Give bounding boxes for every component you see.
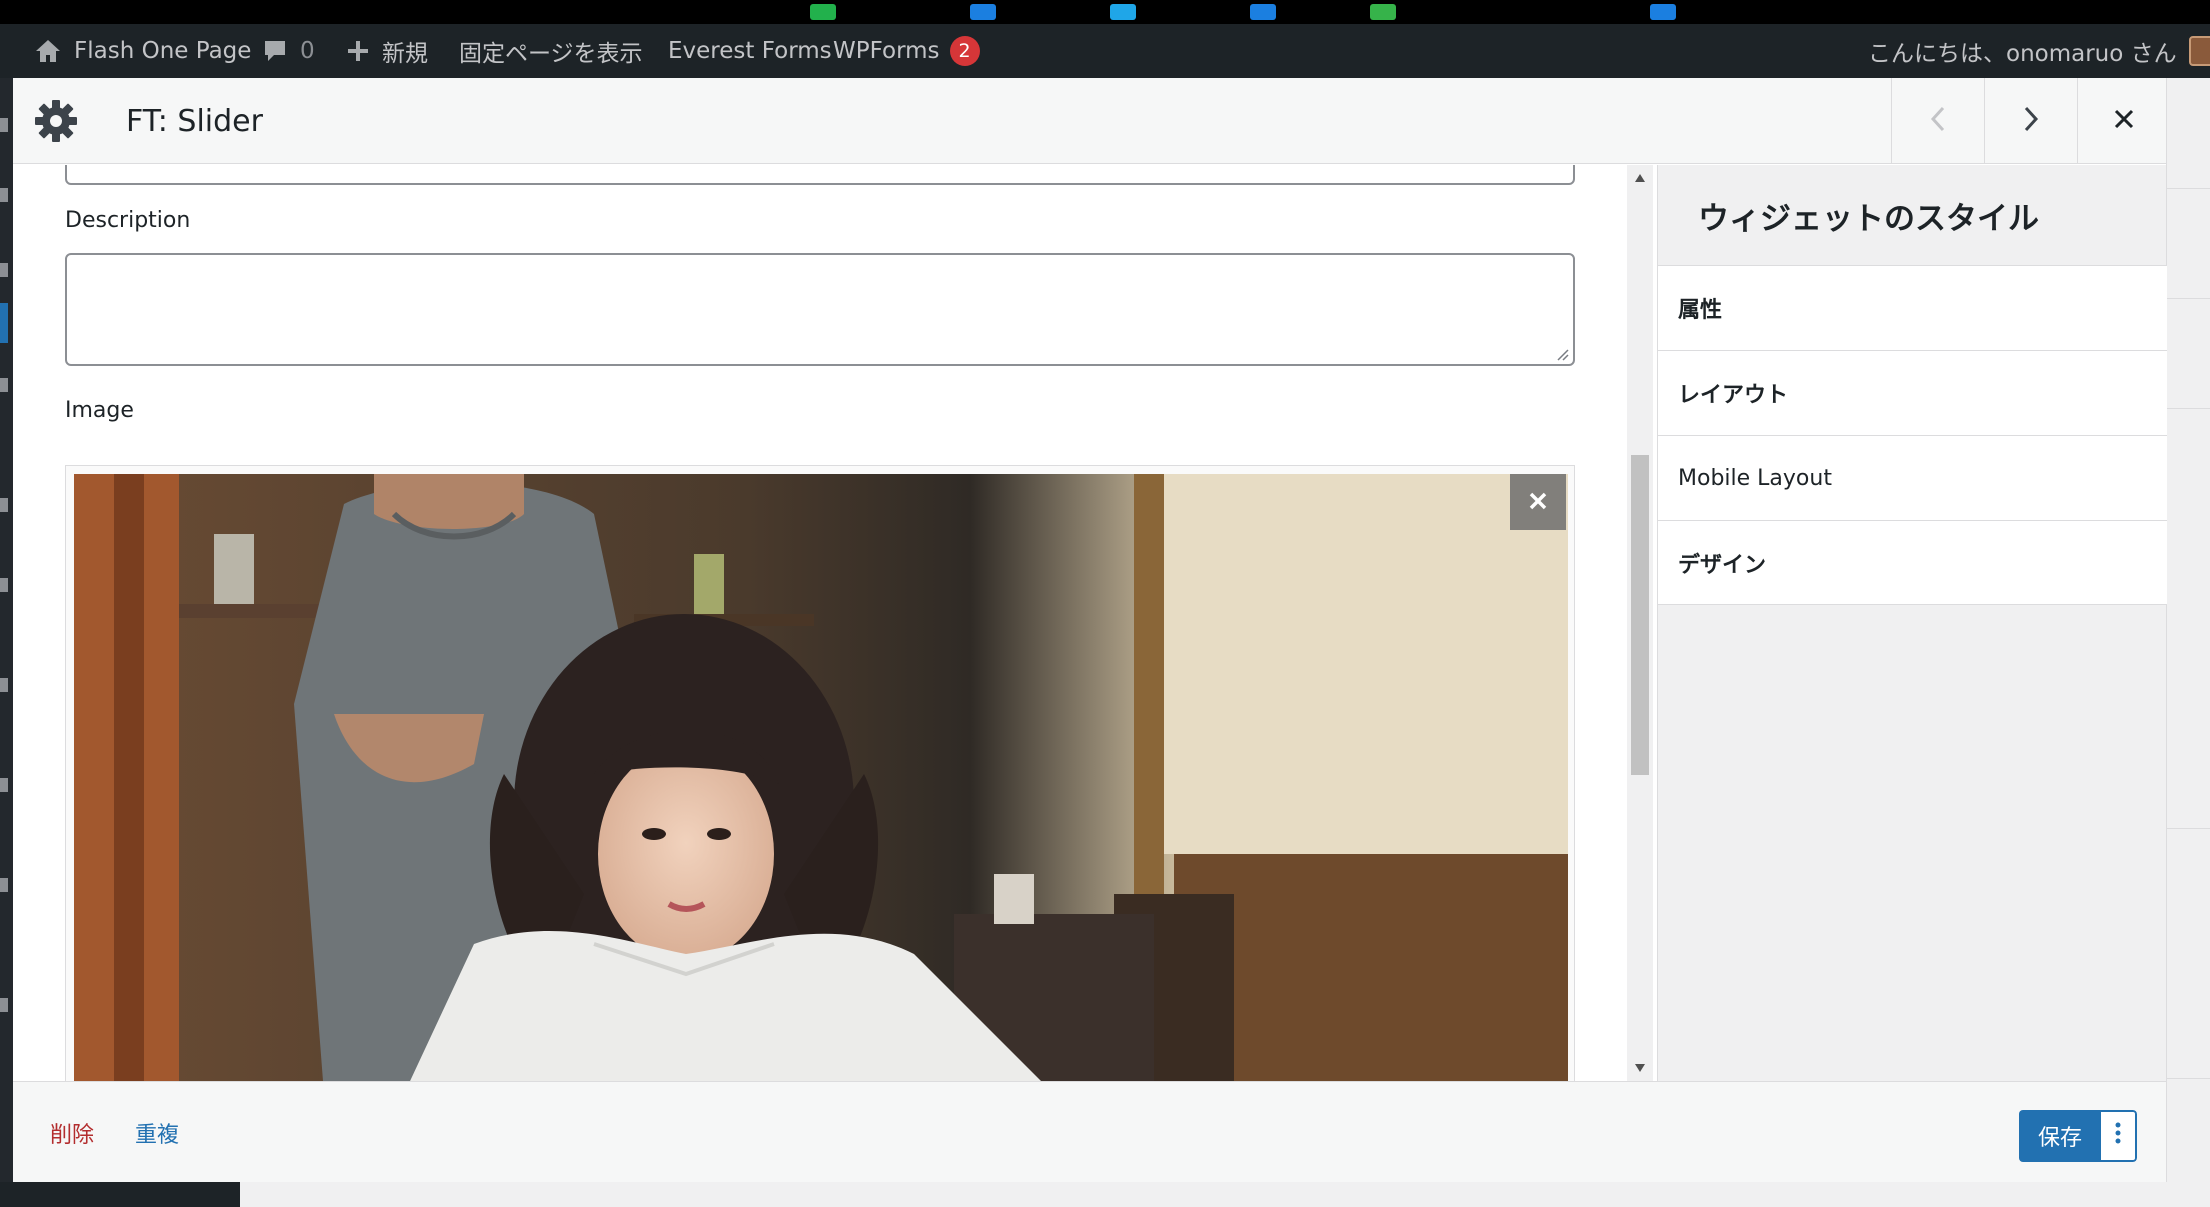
background-page-bottom [240, 1182, 2210, 1207]
everest-forms-label: Everest Forms [668, 38, 832, 64]
close-icon [1527, 485, 1549, 520]
widget-form: Description Image [13, 165, 1640, 1081]
tab-favicon [1370, 4, 1396, 20]
my-account-link[interactable]: こんにちは、onomaruo さん [1868, 24, 2210, 78]
style-section-design[interactable]: デザイン [1658, 520, 2167, 605]
modal-header: FT: Slider [13, 78, 2166, 164]
site-name: Flash One Page [74, 38, 252, 64]
image-preview [74, 474, 1568, 1081]
browser-tab-strip [0, 0, 2210, 24]
everest-forms-link[interactable]: Everest Forms [668, 24, 832, 78]
previous-widget-button[interactable] [1891, 78, 1984, 164]
menu-icon [0, 498, 8, 512]
comments-link[interactable]: 0 [262, 24, 315, 78]
description-label: Description [65, 208, 191, 233]
site-name-link[interactable]: Flash One Page [34, 24, 251, 78]
tab-favicon [1250, 4, 1276, 20]
duplicate-link[interactable]: 重複 [135, 1082, 179, 1183]
wpforms-label: WPForms [833, 38, 940, 64]
comment-icon [262, 38, 288, 64]
home-icon [34, 38, 62, 64]
vertical-dots-icon [2115, 1122, 2121, 1150]
delete-link[interactable]: 削除 [50, 1082, 94, 1183]
menu-icon [0, 188, 8, 202]
plus-icon [346, 39, 370, 63]
close-modal-button[interactable] [2077, 78, 2170, 164]
resize-handle-icon[interactable] [1555, 346, 1569, 361]
admin-sidebar [0, 78, 13, 1207]
style-section-attributes[interactable]: 属性 [1658, 265, 2167, 350]
save-button-group: 保存 [2019, 1110, 2137, 1162]
scrollbar-thumb[interactable] [1631, 455, 1649, 775]
notification-badge: 2 [949, 36, 980, 66]
admin-sidebar-bottom [0, 1182, 240, 1207]
menu-item-active [0, 303, 8, 343]
chevron-left-icon [1927, 104, 1949, 138]
chevron-right-icon [2020, 104, 2042, 138]
new-content-link[interactable]: 新規 [346, 24, 428, 78]
menu-icon [0, 678, 8, 692]
style-panel-heading: ウィジェットのスタイル [1698, 200, 2039, 237]
tab-favicon [970, 4, 996, 20]
description-textarea[interactable] [65, 253, 1575, 366]
next-widget-button[interactable] [1984, 78, 2077, 164]
gear-icon [33, 98, 79, 144]
scroll-up-icon[interactable] [1627, 165, 1653, 191]
view-page-label: 固定ページを表示 [459, 41, 643, 67]
tab-favicon [1110, 4, 1136, 20]
modal-title: FT: Slider [126, 103, 263, 139]
form-scrollbar[interactable] [1627, 165, 1653, 1081]
view-page-link[interactable]: 固定ページを表示 [459, 24, 643, 78]
menu-icon [0, 263, 8, 277]
new-label: 新規 [382, 41, 428, 67]
avatar [2188, 36, 2210, 66]
close-icon [2113, 108, 2135, 134]
menu-icon [0, 878, 8, 892]
tab-favicon [810, 4, 836, 20]
wpforms-link[interactable]: WPForms 2 [833, 24, 980, 78]
tab-favicon [1650, 4, 1676, 20]
title-field[interactable] [65, 165, 1575, 185]
menu-icon [0, 578, 8, 592]
menu-icon [0, 118, 8, 132]
greeting: こんにちは、onomaruo さん [1868, 41, 2177, 67]
comments-count: 0 [300, 38, 315, 64]
modal-footer: 削除 重複 保存 [13, 1081, 2166, 1182]
image-label: Image [65, 398, 134, 423]
menu-icon [0, 378, 8, 392]
admin-bar: Flash One Page 0 新規 固定ページを表示 Everest For… [0, 24, 2210, 78]
scroll-down-icon[interactable] [1627, 1055, 1653, 1081]
style-section-mobile-layout[interactable]: Mobile Layout [1658, 435, 2167, 520]
save-button[interactable]: 保存 [2019, 1110, 2101, 1162]
image-preview-frame[interactable] [65, 465, 1575, 1081]
widget-style-panel: ウィジェットのスタイル 属性 レイアウト Mobile Layout デザイン [1657, 165, 2167, 1081]
menu-icon [0, 778, 8, 792]
remove-image-button[interactable] [1510, 474, 1566, 530]
menu-icon [0, 998, 8, 1012]
widget-edit-modal: FT: Slider Description Image ウィジェットのスタイル… [13, 78, 2167, 1182]
background-page [2166, 78, 2210, 1207]
style-section-layout[interactable]: レイアウト [1658, 350, 2167, 435]
save-options-button[interactable] [2101, 1110, 2137, 1162]
